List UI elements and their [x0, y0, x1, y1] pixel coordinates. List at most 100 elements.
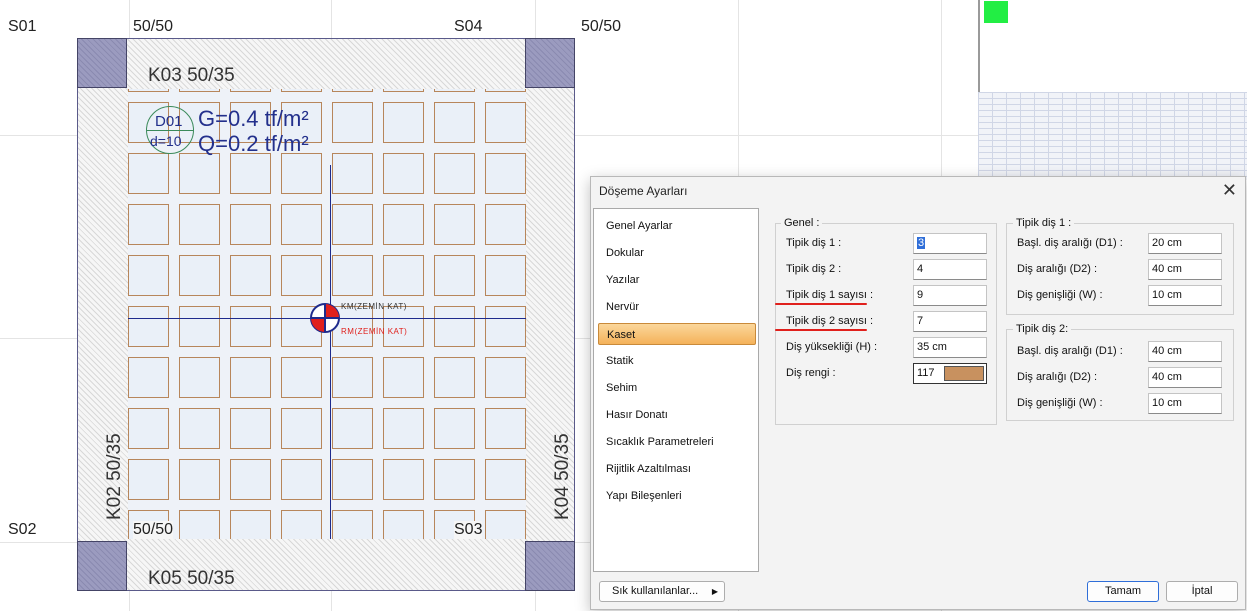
- waffle-pocket: [179, 459, 220, 500]
- waffle-pocket: [434, 255, 475, 296]
- waffle-pocket: [128, 153, 169, 194]
- waffle-pocket: [434, 408, 475, 449]
- axis-label-s03: S03: [454, 521, 483, 539]
- waffle-pocket: [179, 204, 220, 245]
- waffle-pocket: [383, 153, 424, 194]
- group-title-tipik-dis-1: Tipik diş 1 :: [1013, 217, 1075, 229]
- waffle-pocket: [281, 510, 322, 539]
- waffle-pocket: [230, 89, 271, 92]
- nav-item[interactable]: Hasır Donatı: [598, 404, 756, 426]
- red-underline: [775, 303, 867, 305]
- group-title-genel: Genel :: [781, 217, 823, 229]
- waffle-pocket: [332, 255, 373, 296]
- waffle-pocket: [179, 510, 220, 539]
- column-dim-label: 50/50: [133, 18, 174, 35]
- waffle-pocket: [332, 408, 373, 449]
- slab-label-circle[interactable]: D01 d=10: [146, 106, 194, 154]
- color-picker-dis-rengi[interactable]: 117: [913, 363, 987, 384]
- waffle-pocket: [332, 204, 373, 245]
- input-dis2-d1[interactable]: 40 cm: [1148, 341, 1222, 362]
- nav-item[interactable]: Statik: [598, 350, 756, 372]
- input-tipik-dis-1-sayisi[interactable]: 9: [913, 285, 987, 306]
- waffle-pocket: [485, 204, 526, 245]
- input-dis1-w[interactable]: 10 cm: [1148, 285, 1222, 306]
- slab-thickness: d=10: [150, 133, 182, 149]
- nav-item[interactable]: Nervür: [598, 296, 756, 318]
- waffle-pocket: [485, 153, 526, 194]
- input-dis1-d2[interactable]: 40 cm: [1148, 259, 1222, 280]
- nav-item[interactable]: Sehim: [598, 377, 756, 399]
- nav-item[interactable]: Rijitlik Azaltılması: [598, 458, 756, 480]
- waffle-pocket: [485, 357, 526, 398]
- waffle-pocket: [434, 153, 475, 194]
- waffle-pocket: [179, 408, 220, 449]
- input-tipik-dis-2[interactable]: 4: [913, 259, 987, 280]
- nav-item[interactable]: Yapı Bileşenleri: [598, 485, 756, 507]
- nav-item[interactable]: Genel Ayarlar: [598, 215, 756, 237]
- label-d1: Başl. diş aralığı (D1) :: [1017, 237, 1123, 249]
- waffle-pocket: [281, 357, 322, 398]
- rigidity-center-label: RM(ZEMİN KAT): [341, 327, 408, 336]
- waffle-pocket: [383, 255, 424, 296]
- waffle-pocket: [383, 510, 424, 539]
- waffle-pocket: [281, 255, 322, 296]
- load-g: G=0.4 tf/m²: [198, 106, 309, 131]
- settings-category-list[interactable]: Genel Ayarlar Dokular Yazılar Nervür Kaset St…: [593, 208, 759, 572]
- waffle-pocket: [230, 255, 271, 296]
- input-dis1-d1[interactable]: 20 cm: [1148, 233, 1222, 254]
- column-dim-label: 50/50: [581, 18, 622, 35]
- nav-item[interactable]: Sıcaklık Parametreleri: [598, 431, 756, 453]
- waffle-pocket: [281, 408, 322, 449]
- column[interactable]: [525, 38, 575, 88]
- 3d-view[interactable]: [978, 0, 1247, 180]
- label-w: Diş genişliği (W) :: [1017, 289, 1103, 301]
- waffle-pocket: [434, 89, 475, 92]
- ok-button[interactable]: Tamam: [1087, 581, 1159, 602]
- divider: [147, 130, 193, 131]
- 3d-floor-grid: [978, 92, 1247, 180]
- label-dis-rengi: Diş rengi :: [786, 367, 836, 379]
- waffle-pocket: [332, 102, 373, 143]
- column[interactable]: [77, 38, 127, 88]
- waffle-pocket: [179, 153, 220, 194]
- cancel-button[interactable]: İptal: [1166, 581, 1238, 602]
- waffle-pocket: [485, 89, 526, 92]
- waffle-pocket: [179, 357, 220, 398]
- label-d1: Başl. diş aralığı (D1) :: [1017, 345, 1123, 357]
- axis-label-s02: S02: [8, 521, 37, 538]
- close-icon[interactable]: ✕: [1222, 180, 1237, 201]
- waffle-pocket: [485, 459, 526, 500]
- column[interactable]: [77, 541, 127, 591]
- column[interactable]: [525, 541, 575, 591]
- label-w: Diş genişliği (W) :: [1017, 397, 1103, 409]
- waffle-pocket: [230, 408, 271, 449]
- input-dis2-d2[interactable]: 40 cm: [1148, 367, 1222, 388]
- nav-item[interactable]: Yazılar: [598, 269, 756, 291]
- waffle-pocket: [485, 306, 526, 347]
- center-marker-icon[interactable]: [309, 302, 341, 334]
- nav-item[interactable]: Kaset: [598, 323, 756, 345]
- waffle-pocket: [281, 204, 322, 245]
- input-tipik-dis-1[interactable]: 3: [913, 233, 987, 254]
- waffle-pocket: [281, 89, 322, 92]
- nav-item[interactable]: Dokular: [598, 242, 756, 264]
- input-dis-yuksekligi[interactable]: 35 cm: [913, 337, 987, 358]
- waffle-pocket: [230, 459, 271, 500]
- input-dis2-w[interactable]: 10 cm: [1148, 393, 1222, 414]
- beam-label-k03: K03 50/35: [148, 65, 235, 86]
- rib-line: [330, 165, 331, 539]
- waffle-pocket: [179, 306, 220, 347]
- waffle-pocket: [383, 102, 424, 143]
- waffle-pocket: [485, 510, 526, 539]
- waffle-pocket: [230, 306, 271, 347]
- beam-label-k05: K05 50/35: [148, 568, 235, 589]
- waffle-pocket: [281, 153, 322, 194]
- beam-label-k02: K02 50/35: [104, 433, 125, 520]
- waffle-pocket: [434, 204, 475, 245]
- color-swatch: [944, 366, 984, 381]
- waffle-pocket: [332, 459, 373, 500]
- waffle-pocket: [179, 89, 220, 92]
- waffle-pocket: [281, 459, 322, 500]
- input-tipik-dis-2-sayisi[interactable]: 7: [913, 311, 987, 332]
- frequent-button[interactable]: Sık kullanılanlar... ▶: [599, 581, 725, 602]
